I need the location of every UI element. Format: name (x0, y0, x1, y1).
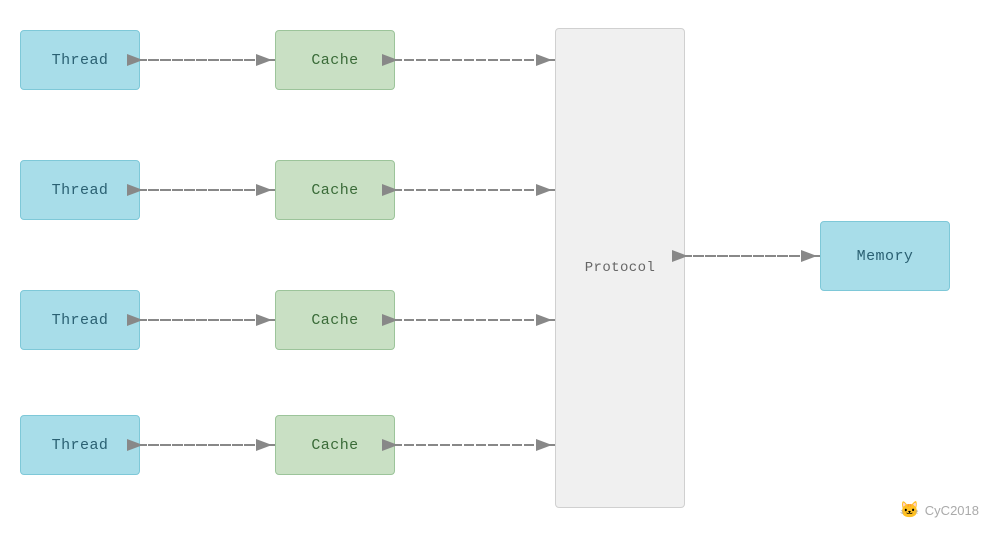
memory-box: Memory (820, 221, 950, 291)
diagram: Thread Thread Thread Thread Cache Cache … (0, 0, 999, 538)
cache-box-2: Cache (275, 160, 395, 220)
cache-box-1: Cache (275, 30, 395, 90)
cat-icon: 🐱 (900, 500, 920, 520)
thread-box-1: Thread (20, 30, 140, 90)
thread-box-2: Thread (20, 160, 140, 220)
thread-box-3: Thread (20, 290, 140, 350)
cache-box-3: Cache (275, 290, 395, 350)
watermark: 🐱 CyC2018 (900, 500, 979, 520)
thread-box-4: Thread (20, 415, 140, 475)
cache-box-4: Cache (275, 415, 395, 475)
protocol-box: Protocol (555, 28, 685, 508)
